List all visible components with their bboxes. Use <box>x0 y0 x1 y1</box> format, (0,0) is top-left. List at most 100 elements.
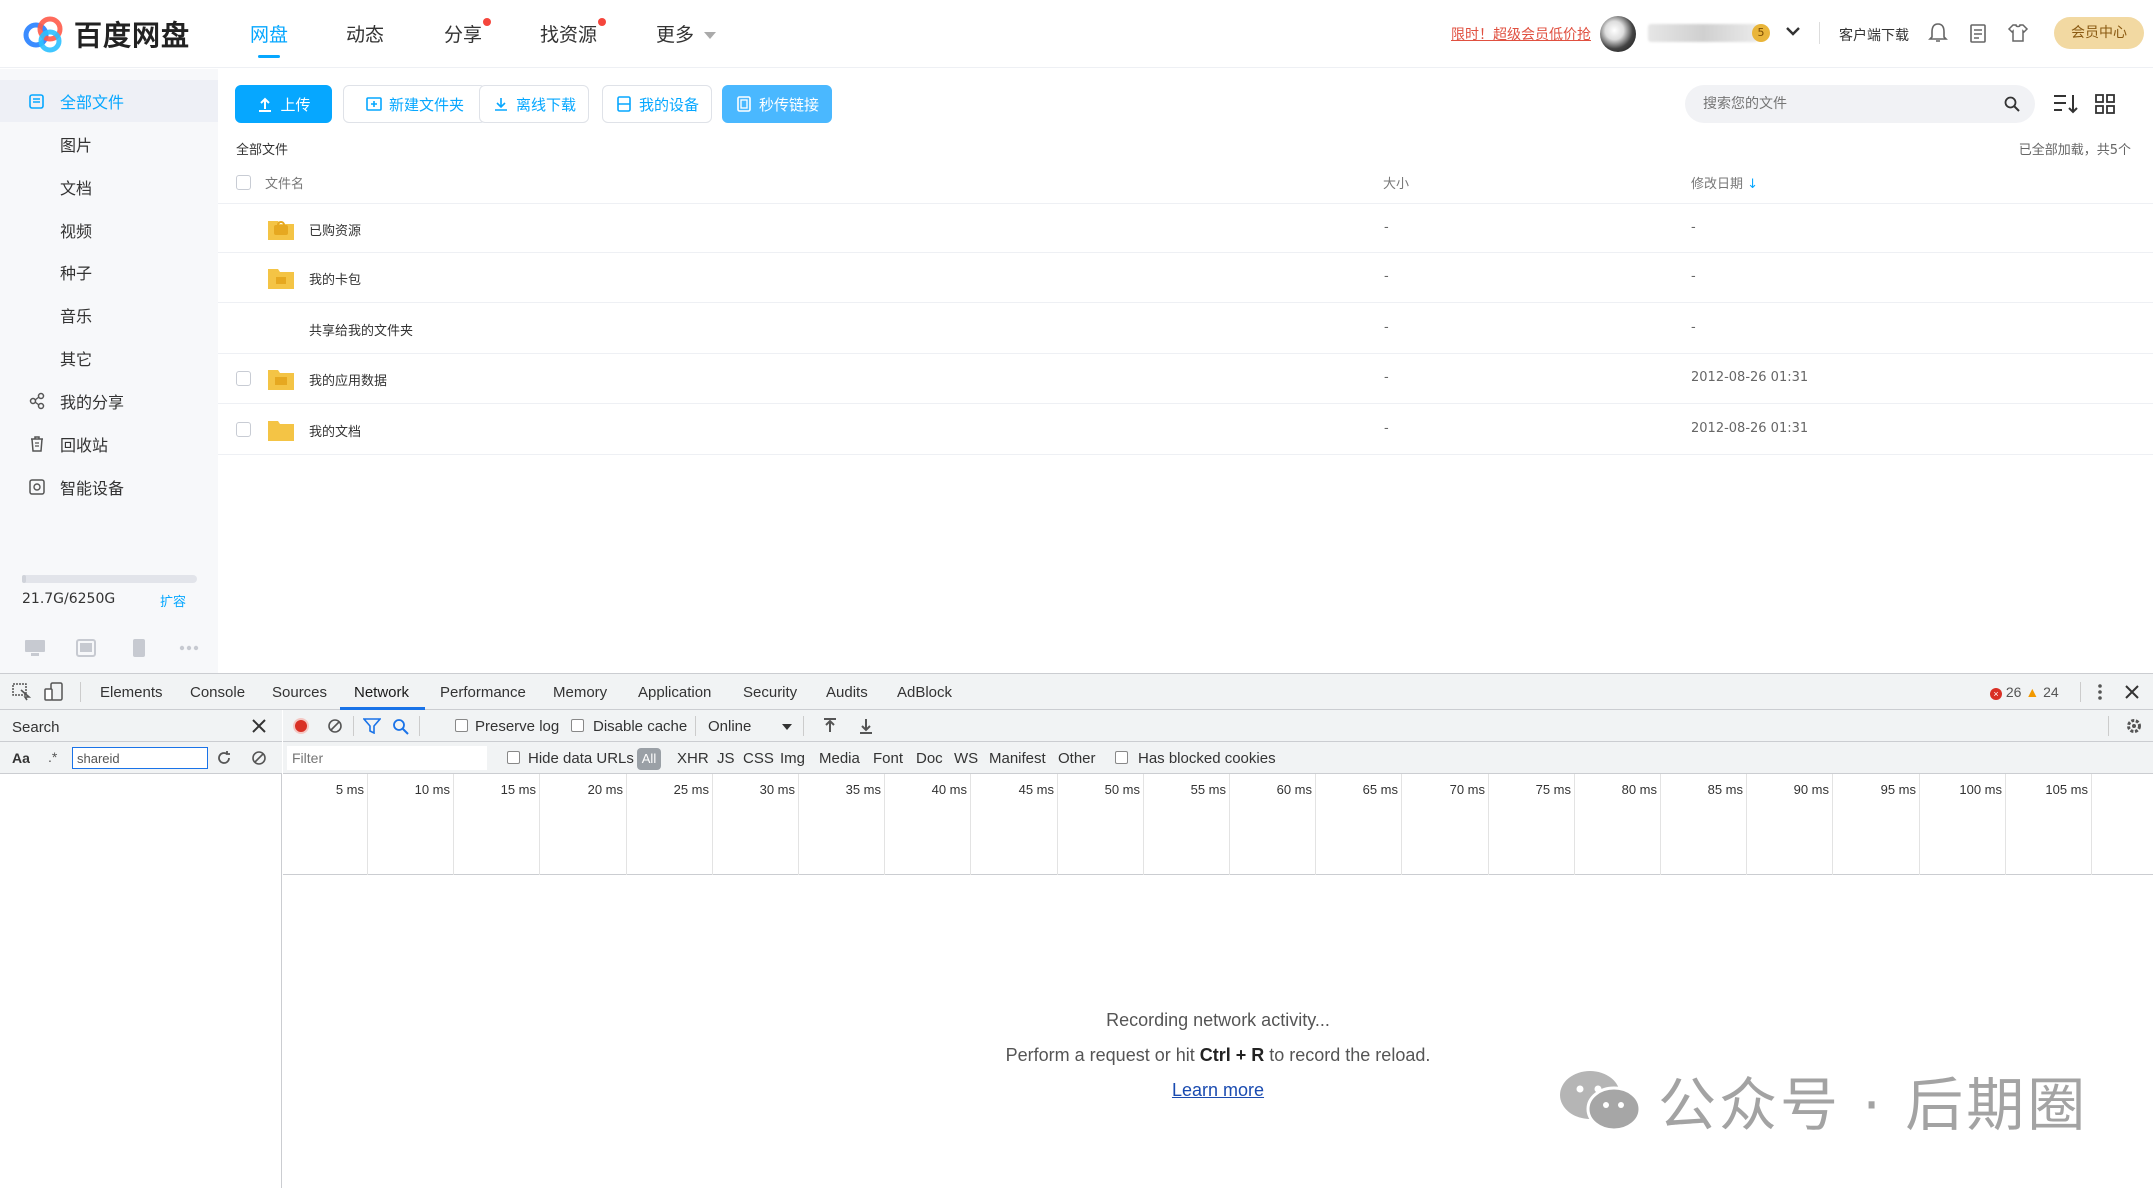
offline-download-button[interactable]: 离线下载 <box>479 85 589 123</box>
gear-icon[interactable] <box>2125 717 2143 735</box>
devtools-tab-sources[interactable]: Sources <box>272 684 327 701</box>
promo-link[interactable]: 限时！超级会员低价抢 <box>1451 24 1591 44</box>
filter-input[interactable] <box>287 746 487 770</box>
sort-icon[interactable] <box>2052 93 2080 115</box>
filter-type-all[interactable]: All <box>637 748 661 770</box>
dropdown-arrow-icon[interactable] <box>782 724 792 730</box>
grid-view-icon[interactable] <box>2095 94 2115 114</box>
search-query-input[interactable] <box>72 747 208 769</box>
search-icon[interactable] <box>2003 95 2021 113</box>
column-header-name[interactable]: 文件名 <box>265 173 304 192</box>
search-icon[interactable] <box>392 718 409 735</box>
learn-more-link[interactable]: Learn more <box>1172 1080 1264 1100</box>
new-folder-button[interactable]: 新建文件夹 <box>343 85 486 123</box>
sidebar-item-all-files[interactable]: 全部文件 <box>0 80 218 122</box>
nav-tab-more[interactable]: 更多 <box>656 20 717 47</box>
import-har-icon[interactable] <box>823 718 837 734</box>
refresh-icon[interactable] <box>216 750 232 766</box>
regex-toggle[interactable]: .* <box>48 749 57 765</box>
username-blurred[interactable] <box>1648 24 1758 42</box>
monitor-icon[interactable] <box>24 639 46 657</box>
filter-type-css[interactable]: CSS <box>743 750 774 767</box>
hide-data-urls-checkbox[interactable] <box>507 751 520 764</box>
filter-type-font[interactable]: Font <box>873 750 903 767</box>
inspect-element-icon[interactable] <box>12 683 32 701</box>
nav-tab-find-resources[interactable]: 找资源 <box>540 18 607 47</box>
file-name[interactable]: 我的应用数据 <box>309 370 387 389</box>
column-header-modified[interactable]: 修改日期 ↓ <box>1691 173 1758 192</box>
clear-log-icon[interactable] <box>327 718 343 734</box>
devtools-tab-elements[interactable]: Elements <box>100 684 163 701</box>
devtools-tab-performance[interactable]: Performance <box>440 684 526 701</box>
chevron-down-icon[interactable] <box>1784 22 1802 40</box>
vip-center-button[interactable]: 会员中心 <box>2054 17 2144 49</box>
table-row[interactable]: 我的应用数据 - 2012-08-26 01:31 <box>218 354 2153 404</box>
row-checkbox[interactable] <box>236 371 251 386</box>
sidebar-item-music[interactable]: 音乐 <box>0 294 218 336</box>
clear-icon[interactable] <box>251 750 267 766</box>
sidebar-item-recycle-bin[interactable]: 回收站 <box>0 423 218 465</box>
tshirt-skin-icon[interactable] <box>2005 20 2031 46</box>
sidebar-item-images[interactable]: 图片 <box>0 123 218 165</box>
table-row[interactable]: 我的文档 - 2012-08-26 01:31 <box>218 405 2153 455</box>
devtools-tab-adblock[interactable]: AdBlock <box>897 684 952 701</box>
filter-type-other[interactable]: Other <box>1058 750 1096 767</box>
nav-tab-activity[interactable]: 动态 <box>346 20 384 47</box>
filter-type-img[interactable]: Img <box>780 750 805 767</box>
devtools-tab-console[interactable]: Console <box>190 684 245 701</box>
table-row[interactable]: 共享给我的文件夹 - - <box>218 304 2153 354</box>
file-search[interactable] <box>1685 85 2035 123</box>
throttling-select[interactable]: Online <box>708 718 751 735</box>
filter-type-media[interactable]: Media <box>819 750 860 767</box>
client-download-link[interactable]: 客户端下载 <box>1839 25 1909 45</box>
my-devices-button[interactable]: 我的设备 <box>602 85 712 123</box>
filter-type-doc[interactable]: Doc <box>916 750 943 767</box>
row-checkbox[interactable] <box>236 422 251 437</box>
match-case-toggle[interactable]: Aa <box>12 750 30 766</box>
devtools-tab-security[interactable]: Security <box>743 684 797 701</box>
export-har-icon[interactable] <box>859 718 873 734</box>
sidebar-item-videos[interactable]: 视频 <box>0 209 218 251</box>
sidebar-item-smart-devices[interactable]: 智能设备 <box>0 466 218 508</box>
logo[interactable]: 百度网盘 <box>22 14 190 54</box>
nav-tab-netdisk[interactable]: 网盘 <box>250 20 288 47</box>
record-button[interactable] <box>293 718 309 734</box>
column-header-size[interactable]: 大小 <box>1383 173 1409 192</box>
table-row[interactable]: 我的卡包 - - <box>218 253 2153 303</box>
sidebar-item-other[interactable]: 其它 <box>0 337 218 379</box>
devtools-tab-network[interactable]: Network <box>354 684 409 701</box>
file-name[interactable]: 我的卡包 <box>309 269 361 288</box>
breadcrumb[interactable]: 全部文件 <box>236 139 288 158</box>
blocked-cookies-checkbox[interactable] <box>1115 751 1128 764</box>
file-name[interactable]: 我的文档 <box>309 421 361 440</box>
bell-icon[interactable] <box>1925 20 1951 46</box>
close-icon[interactable] <box>252 719 266 733</box>
device-toolbar-icon[interactable] <box>44 682 64 702</box>
file-name[interactable]: 已购资源 <box>309 220 361 239</box>
filter-type-js[interactable]: JS <box>717 750 735 767</box>
devtools-tab-memory[interactable]: Memory <box>553 684 607 701</box>
filter-type-xhr[interactable]: XHR <box>677 750 709 767</box>
sidebar-item-my-shares[interactable]: 我的分享 <box>0 380 218 422</box>
filter-type-manifest[interactable]: Manifest <box>989 750 1046 767</box>
console-issue-counter[interactable]: × 26 ▲ 24 <box>1990 684 2059 700</box>
upload-button[interactable]: 上传 <box>235 85 332 123</box>
sidebar-item-torrents[interactable]: 种子 <box>0 251 218 293</box>
sidebar-item-documents[interactable]: 文档 <box>0 166 218 208</box>
search-input[interactable] <box>1703 96 1993 112</box>
filter-icon[interactable] <box>363 718 381 734</box>
preserve-log-checkbox[interactable] <box>455 719 468 732</box>
phone-icon[interactable] <box>128 639 150 657</box>
filter-type-ws[interactable]: WS <box>954 750 978 767</box>
devtools-tab-application[interactable]: Application <box>638 684 711 701</box>
avatar[interactable] <box>1600 16 1636 52</box>
clipboard-icon[interactable] <box>1965 20 1991 46</box>
select-all-checkbox[interactable] <box>236 175 251 190</box>
nav-tab-share[interactable]: 分享 <box>444 18 492 47</box>
disable-cache-checkbox[interactable] <box>571 719 584 732</box>
kebab-menu-icon[interactable] <box>2092 682 2108 702</box>
more-dots-icon[interactable] <box>178 639 200 657</box>
instant-link-button[interactable]: 秒传链接 <box>722 85 832 123</box>
expand-storage-link[interactable]: 扩容 <box>160 591 186 610</box>
table-row[interactable]: 已购资源 - - <box>218 203 2153 253</box>
